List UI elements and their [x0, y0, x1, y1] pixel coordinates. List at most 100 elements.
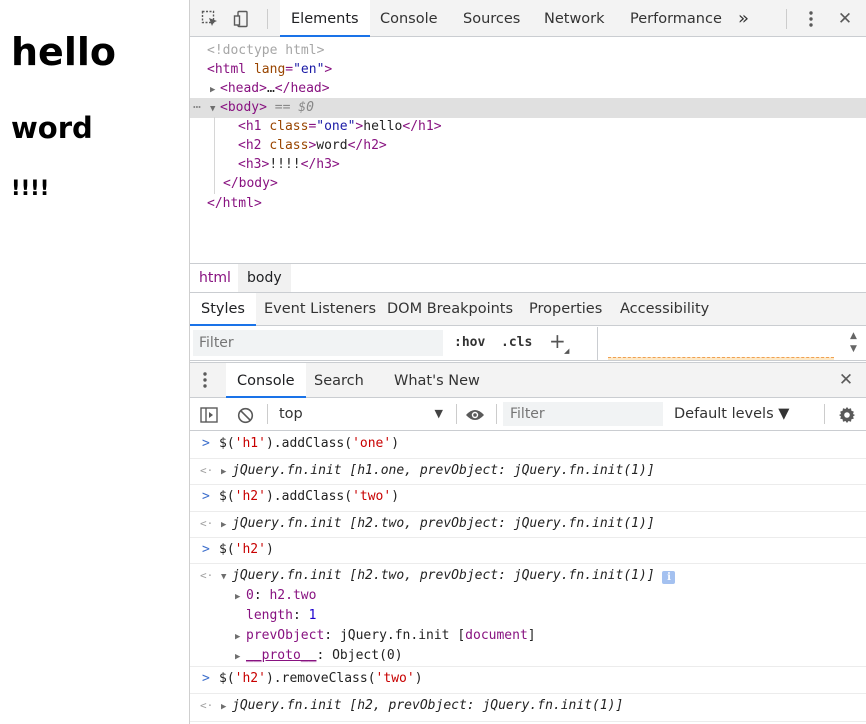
more-tabs-button[interactable]: » [727, 0, 760, 37]
more-options-icon[interactable] [801, 9, 821, 29]
device-toolbar-icon[interactable] [232, 9, 252, 29]
box-model-preview [608, 357, 834, 360]
lang-attr: lang [253, 62, 286, 77]
ellipsis-icon[interactable]: … [193, 95, 201, 114]
clear-console-icon[interactable] [234, 404, 256, 426]
prompt-chevron-icon: > [202, 671, 210, 686]
scroll-arrows-icon[interactable]: ▲ ▼ [850, 330, 857, 356]
prevobject-property[interactable]: ▶ prevObject: jQuery.fn.init [document] [235, 628, 536, 643]
inspect-element-icon[interactable] [200, 9, 220, 29]
console-input-3[interactable]: > $('h2') [190, 538, 866, 564]
tree-body-selected[interactable]: … ▼ <body> == $0 [190, 95, 866, 119]
tab-dom-breakpoints[interactable]: DOM Breakpoints [376, 293, 524, 326]
drawer-tabs: Console Search What's New ✕ [190, 362, 866, 398]
console-toolbar-separator-2 [456, 404, 457, 424]
pane-divider [597, 327, 598, 361]
result-arrow-icon: <· [200, 517, 214, 530]
expand-triangle-icon[interactable]: ▶ [235, 652, 246, 662]
lang-value: "en" [293, 62, 325, 77]
preview-h3: !!!! [11, 176, 50, 200]
devtools-panel: Elements Console Sources Network Perform… [190, 0, 866, 724]
tab-network[interactable]: Network [533, 0, 616, 37]
tab-event-listeners[interactable]: Event Listeners [253, 293, 387, 326]
tab-console[interactable]: Console [369, 0, 449, 37]
context-value: top [279, 406, 303, 422]
console-output-3-expanded[interactable]: <· ▼ jQuery.fn.init [h2.two, prevObject: … [190, 564, 866, 667]
result-arrow-icon: <· [200, 464, 214, 477]
preview-h2: word [11, 111, 93, 145]
live-expression-eye-icon[interactable] [464, 404, 486, 426]
expand-triangle-icon[interactable]: ▶ [235, 632, 246, 642]
toolbar-separator-2 [786, 9, 787, 29]
hov-button[interactable]: :hov [454, 335, 485, 350]
tree-h3[interactable]: <h3>!!!!</h3> [238, 155, 866, 175]
expand-triangle-icon[interactable]: ▶ [235, 592, 246, 602]
tree-h1[interactable]: <h1 class="one">hello</h1> [238, 117, 866, 137]
sidebar-toggle-icon[interactable] [198, 404, 220, 426]
close-drawer-icon[interactable]: ✕ [836, 370, 856, 390]
dollar-zero-marker: == $0 [274, 100, 314, 115]
prompt-chevron-icon: > [202, 542, 210, 557]
console-input-4[interactable]: > $('h2').removeClass('two') [190, 667, 866, 694]
console-settings-gear-icon[interactable] [836, 404, 858, 426]
expand-triangle-icon[interactable]: ▶ [221, 520, 232, 530]
drawer-menu-icon[interactable] [203, 372, 207, 388]
devtools-toolbar: Elements Console Sources Network Perform… [190, 0, 866, 37]
page-preview: hello word !!!! [0, 0, 190, 724]
info-icon[interactable]: i [662, 571, 676, 584]
tab-sources[interactable]: Sources [452, 0, 531, 37]
corner-triangle-icon: ◢ [564, 347, 570, 355]
breadcrumb: html body [190, 263, 866, 293]
context-selector[interactable]: top ▼ [279, 398, 443, 430]
tab-elements[interactable]: Elements [280, 0, 370, 37]
close-devtools-icon[interactable]: ✕ [835, 9, 855, 29]
console-toolbar: top ▼ Default levels ▼ [190, 398, 866, 431]
collapse-triangle-icon[interactable]: ▼ [210, 100, 220, 119]
tab-accessibility[interactable]: Accessibility [609, 293, 720, 326]
breadcrumb-body[interactable]: body [238, 264, 291, 292]
tab-performance[interactable]: Performance [619, 0, 733, 37]
console-messages: > $('h1').addClass('one') <· ▶ jQuery.fn.… [190, 432, 866, 724]
html-tag: <html [207, 62, 247, 77]
drawer-tab-console[interactable]: Console [226, 363, 306, 398]
toolbar-separator [267, 9, 268, 29]
console-toolbar-separator-4 [824, 404, 825, 424]
collapse-triangle-icon[interactable]: ▼ [221, 572, 232, 582]
breadcrumb-html[interactable]: html [190, 264, 240, 292]
elements-tree: <!doctype html> <html lang="en"> ▶ <head>… [190, 38, 866, 262]
length-property: length: 1 [246, 608, 317, 623]
console-output-4[interactable]: <· ▶ jQuery.fn.init [h2, prevObject: jQue… [190, 694, 866, 722]
expand-triangle-icon[interactable]: ▶ [221, 467, 232, 477]
array-item-0[interactable]: ▶ 0: h2.two [235, 588, 316, 603]
console-toolbar-separator-3 [496, 404, 497, 424]
sidebar-tabs: Styles Event Listeners DOM Breakpoints P… [190, 293, 866, 326]
tab-properties[interactable]: Properties [518, 293, 613, 326]
cls-button[interactable]: .cls [501, 335, 532, 350]
tree-html-open[interactable]: <html lang="en"> [207, 60, 866, 80]
console-filter-input[interactable] [503, 402, 663, 426]
tree-doctype[interactable]: <!doctype html> [207, 41, 866, 61]
drawer-tab-search[interactable]: Search [303, 363, 375, 398]
prompt-chevron-icon: > [202, 436, 210, 451]
console-input-2[interactable]: > $('h2').addClass('two') [190, 485, 866, 512]
preview-h1: hello [11, 30, 116, 74]
tree-html-close[interactable]: </html> [207, 194, 866, 214]
proto-property[interactable]: ▶ __proto__: Object(0) [235, 648, 403, 663]
drawer-tab-whats-new[interactable]: What's New [383, 363, 491, 398]
tab-styles[interactable]: Styles [190, 293, 256, 326]
console-output-1[interactable]: <· ▶ jQuery.fn.init [h1.one, prevObject: … [190, 459, 866, 485]
styles-filter-row: :hov .cls + ◢ ▲▼ [190, 327, 866, 361]
prompt-chevron-icon: > [202, 489, 210, 504]
console-output-2[interactable]: <· ▶ jQuery.fn.init [h2.two, prevObject: … [190, 512, 866, 538]
expand-triangle-icon[interactable]: ▶ [221, 702, 232, 712]
console-input-1[interactable]: > $('h1').addClass('one') [190, 432, 866, 459]
log-levels-dropdown[interactable]: Default levels ▼ [674, 398, 789, 430]
tree-head[interactable]: ▶ <head>…</head> [210, 79, 866, 99]
console-toolbar-separator [267, 404, 268, 424]
doctype-text: <!doctype html> [207, 43, 325, 58]
tree-body-close[interactable]: </body> [223, 174, 866, 194]
result-arrow-icon: <· [200, 569, 214, 582]
styles-filter-input[interactable] [193, 330, 443, 356]
dropdown-caret-icon: ▼ [434, 407, 443, 420]
tree-h2[interactable]: <h2 class>word</h2> [238, 136, 866, 156]
